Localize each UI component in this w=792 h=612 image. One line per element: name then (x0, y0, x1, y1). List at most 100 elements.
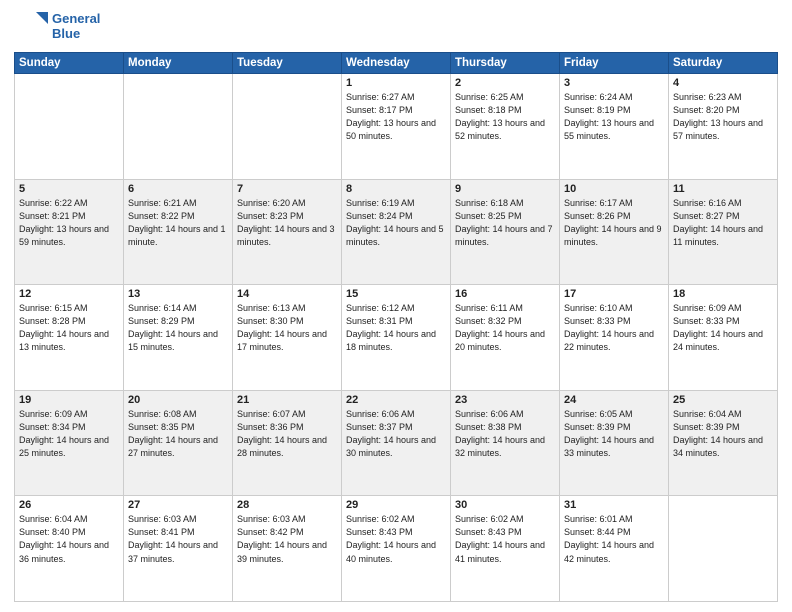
day-cell: 31 Sunrise: 6:01 AM Sunset: 8:44 PM Dayli… (560, 496, 669, 602)
weekday-row: SundayMondayTuesdayWednesdayThursdayFrid… (15, 53, 778, 74)
weekday-header-sunday: Sunday (15, 53, 124, 74)
day-cell: 12Sunrise: 6:15 AM Sunset: 8:28 PM Dayli… (15, 285, 124, 391)
page: General Blue SundayMondayTuesdayWednesda… (0, 0, 792, 612)
day-number: 10 (564, 183, 664, 195)
day-cell: 20Sunrise: 6:08 AM Sunset: 8:35 PM Dayli… (124, 390, 233, 496)
day-info: Sunrise: 6:03 AM Sunset: 8:42 PM Dayligh… (237, 513, 337, 565)
day-cell: 26 Sunrise: 6:04 AM Sunset: 8:40 PM Dayli… (15, 496, 124, 602)
day-number: 9 (455, 183, 555, 195)
day-cell: 8 Sunrise: 6:19 AM Sunset: 8:24 PM Daylig… (342, 179, 451, 285)
day-number: 22 (346, 394, 446, 406)
day-info: Sunrise: 6:17 AM Sunset: 8:26 PM Dayligh… (564, 197, 664, 249)
day-number: 19 (19, 394, 119, 406)
day-info: Sunrise: 6:21 AM Sunset: 8:22 PM Dayligh… (128, 197, 228, 249)
day-info: Sunrise: 6:04 AM Sunset: 8:40 PM Dayligh… (19, 513, 119, 565)
day-cell: 27 Sunrise: 6:03 AM Sunset: 8:41 PM Dayli… (124, 496, 233, 602)
day-info: Sunrise: 6:19 AM Sunset: 8:24 PM Dayligh… (346, 197, 446, 249)
day-number: 29 (346, 499, 446, 511)
day-number: 25 (673, 394, 773, 406)
day-info: Sunrise: 6:11 AM Sunset: 8:32 PM Dayligh… (455, 302, 555, 354)
week-row-1: 1Sunrise: 6:27 AM Sunset: 8:17 PM Daylig… (15, 74, 778, 180)
day-info: Sunrise: 6:20 AM Sunset: 8:23 PM Dayligh… (237, 197, 337, 249)
day-info: Sunrise: 6:05 AM Sunset: 8:39 PM Dayligh… (564, 408, 664, 460)
logo-line1: General (52, 12, 100, 27)
day-number: 13 (128, 288, 228, 300)
day-info: Sunrise: 6:13 AM Sunset: 8:30 PM Dayligh… (237, 302, 337, 354)
day-cell: 23Sunrise: 6:06 AM Sunset: 8:38 PM Dayli… (451, 390, 560, 496)
day-cell: 9 Sunrise: 6:18 AM Sunset: 8:25 PM Daylig… (451, 179, 560, 285)
day-info: Sunrise: 6:08 AM Sunset: 8:35 PM Dayligh… (128, 408, 228, 460)
day-number: 31 (564, 499, 664, 511)
day-number: 1 (346, 77, 446, 89)
calendar: SundayMondayTuesdayWednesdayThursdayFrid… (14, 52, 778, 602)
day-number: 27 (128, 499, 228, 511)
day-info: Sunrise: 6:02 AM Sunset: 8:43 PM Dayligh… (346, 513, 446, 565)
day-info: Sunrise: 6:03 AM Sunset: 8:41 PM Dayligh… (128, 513, 228, 565)
day-number: 12 (19, 288, 119, 300)
weekday-header-friday: Friday (560, 53, 669, 74)
day-cell: 16 Sunrise: 6:11 AM Sunset: 8:32 PM Dayli… (451, 285, 560, 391)
day-number: 23 (455, 394, 555, 406)
day-number: 16 (455, 288, 555, 300)
day-number: 5 (19, 183, 119, 195)
day-cell: 6 Sunrise: 6:21 AM Sunset: 8:22 PM Daylig… (124, 179, 233, 285)
day-number: 7 (237, 183, 337, 195)
day-cell (233, 74, 342, 180)
logo: General Blue (14, 10, 100, 44)
day-cell: 18 Sunrise: 6:09 AM Sunset: 8:33 PM Dayli… (669, 285, 778, 391)
weekday-header-tuesday: Tuesday (233, 53, 342, 74)
day-cell: 1Sunrise: 6:27 AM Sunset: 8:17 PM Daylig… (342, 74, 451, 180)
day-number: 8 (346, 183, 446, 195)
day-info: Sunrise: 6:16 AM Sunset: 8:27 PM Dayligh… (673, 197, 773, 249)
day-cell (15, 74, 124, 180)
day-cell: 17Sunrise: 6:10 AM Sunset: 8:33 PM Dayli… (560, 285, 669, 391)
day-cell: 29 Sunrise: 6:02 AM Sunset: 8:43 PM Dayli… (342, 496, 451, 602)
day-number: 21 (237, 394, 337, 406)
day-cell: 7 Sunrise: 6:20 AM Sunset: 8:23 PM Daylig… (233, 179, 342, 285)
day-cell: 4 Sunrise: 6:23 AM Sunset: 8:20 PM Daylig… (669, 74, 778, 180)
calendar-body: 1Sunrise: 6:27 AM Sunset: 8:17 PM Daylig… (15, 74, 778, 602)
day-cell: 5Sunrise: 6:22 AM Sunset: 8:21 PM Daylig… (15, 179, 124, 285)
day-cell (669, 496, 778, 602)
day-number: 15 (346, 288, 446, 300)
day-cell: 14 Sunrise: 6:13 AM Sunset: 8:30 PM Dayli… (233, 285, 342, 391)
day-cell: 19Sunrise: 6:09 AM Sunset: 8:34 PM Dayli… (15, 390, 124, 496)
day-number: 14 (237, 288, 337, 300)
logo-svg (14, 10, 48, 44)
weekday-header-monday: Monday (124, 53, 233, 74)
day-info: Sunrise: 6:01 AM Sunset: 8:44 PM Dayligh… (564, 513, 664, 565)
day-info: Sunrise: 6:02 AM Sunset: 8:43 PM Dayligh… (455, 513, 555, 565)
week-row-5: 26 Sunrise: 6:04 AM Sunset: 8:40 PM Dayli… (15, 496, 778, 602)
day-info: Sunrise: 6:23 AM Sunset: 8:20 PM Dayligh… (673, 91, 773, 143)
weekday-header-thursday: Thursday (451, 53, 560, 74)
day-number: 17 (564, 288, 664, 300)
day-number: 26 (19, 499, 119, 511)
day-cell: 10 Sunrise: 6:17 AM Sunset: 8:26 PM Dayli… (560, 179, 669, 285)
day-cell: 25Sunrise: 6:04 AM Sunset: 8:39 PM Dayli… (669, 390, 778, 496)
day-cell: 21 Sunrise: 6:07 AM Sunset: 8:36 PM Dayli… (233, 390, 342, 496)
day-cell: 28Sunrise: 6:03 AM Sunset: 8:42 PM Dayli… (233, 496, 342, 602)
week-row-3: 12Sunrise: 6:15 AM Sunset: 8:28 PM Dayli… (15, 285, 778, 391)
day-info: Sunrise: 6:18 AM Sunset: 8:25 PM Dayligh… (455, 197, 555, 249)
day-cell (124, 74, 233, 180)
day-cell: 13 Sunrise: 6:14 AM Sunset: 8:29 PM Dayli… (124, 285, 233, 391)
day-number: 4 (673, 77, 773, 89)
day-info: Sunrise: 6:07 AM Sunset: 8:36 PM Dayligh… (237, 408, 337, 460)
day-cell: 15 Sunrise: 6:12 AM Sunset: 8:31 PM Dayli… (342, 285, 451, 391)
day-info: Sunrise: 6:09 AM Sunset: 8:33 PM Dayligh… (673, 302, 773, 354)
day-number: 30 (455, 499, 555, 511)
day-info: Sunrise: 6:14 AM Sunset: 8:29 PM Dayligh… (128, 302, 228, 354)
day-info: Sunrise: 6:06 AM Sunset: 8:37 PM Dayligh… (346, 408, 446, 460)
day-number: 6 (128, 183, 228, 195)
day-number: 3 (564, 77, 664, 89)
header: General Blue (14, 10, 778, 44)
weekday-header-saturday: Saturday (669, 53, 778, 74)
day-cell: 11Sunrise: 6:16 AM Sunset: 8:27 PM Dayli… (669, 179, 778, 285)
day-cell: 30 Sunrise: 6:02 AM Sunset: 8:43 PM Dayli… (451, 496, 560, 602)
day-cell: 3Sunrise: 6:24 AM Sunset: 8:19 PM Daylig… (560, 74, 669, 180)
day-info: Sunrise: 6:12 AM Sunset: 8:31 PM Dayligh… (346, 302, 446, 354)
day-number: 2 (455, 77, 555, 89)
day-cell: 24Sunrise: 6:05 AM Sunset: 8:39 PM Dayli… (560, 390, 669, 496)
day-number: 18 (673, 288, 773, 300)
weekday-header-wednesday: Wednesday (342, 53, 451, 74)
